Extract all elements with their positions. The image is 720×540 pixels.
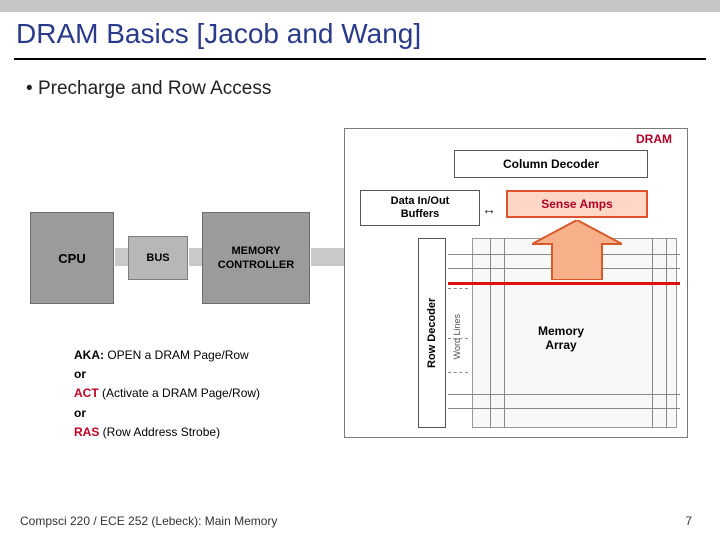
aka-or1: or — [74, 367, 86, 381]
aka-act-rest: (Activate a DRAM Page/Row) — [99, 386, 260, 400]
dram-diagram: DRAM CPU BUS MEMORYCONTROLLER Column Dec… — [30, 128, 690, 458]
memory-array-label: MemoryArray — [538, 324, 584, 352]
dram-label: DRAM — [636, 132, 672, 146]
wordline — [448, 408, 680, 409]
row-decoder-block: Row Decoder — [418, 238, 446, 428]
wordline-stub — [448, 338, 468, 339]
bus-block: BUS — [128, 236, 188, 280]
cpu-block: CPU — [30, 212, 114, 304]
top-stripe — [0, 0, 720, 12]
aka-caption: AKA: OPEN a DRAM Page/Row or ACT (Activa… — [74, 346, 260, 442]
bitline — [666, 238, 667, 428]
slide-title: DRAM Basics [Jacob and Wang] — [16, 18, 421, 50]
active-row-highlight — [448, 282, 680, 285]
aka-prefix: AKA: — [74, 348, 104, 362]
bitline — [504, 238, 505, 428]
aka-ras: RAS — [74, 425, 99, 439]
wordline — [448, 394, 680, 395]
connector-bus-mc — [189, 248, 202, 266]
bullet-precharge: Precharge and Row Access — [26, 78, 271, 100]
connector-cpu-bus — [115, 248, 128, 266]
bitline — [652, 238, 653, 428]
title-underline — [14, 58, 706, 60]
footer-course: Compsci 220 / ECE 252 (Lebeck): Main Mem… — [20, 514, 277, 528]
row-to-senseamps-arrow-icon — [532, 220, 622, 280]
aka-ras-rest: (Row Address Strobe) — [99, 425, 220, 439]
bitline — [490, 238, 491, 428]
aka-open: OPEN a DRAM Page/Row — [104, 348, 249, 362]
aka-act: ACT — [74, 386, 99, 400]
word-lines-label: Word Lines — [452, 314, 462, 359]
memory-controller-block: MEMORYCONTROLLER — [202, 212, 310, 304]
aka-or2: or — [74, 406, 86, 420]
column-decoder-block: Column Decoder — [454, 150, 648, 178]
bidirectional-arrow-icon: ↔ — [482, 201, 496, 217]
wordline-stub — [448, 288, 468, 289]
connector-mc-dram — [311, 248, 344, 266]
sense-amps-block: Sense Amps — [506, 190, 648, 218]
wordline-stub — [448, 372, 468, 373]
page-number: 7 — [685, 514, 692, 528]
data-buffers-block: Data In/OutBuffers — [360, 190, 480, 226]
